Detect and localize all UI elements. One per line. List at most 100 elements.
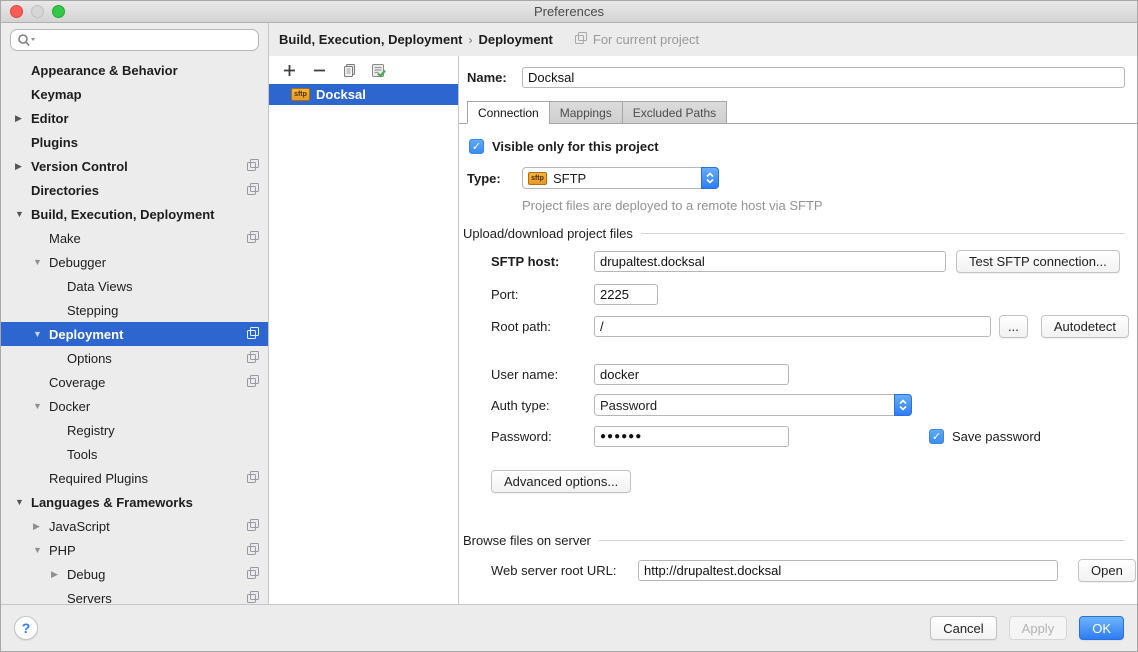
sidebar-item-debugger[interactable]: ▼Debugger bbox=[1, 250, 268, 274]
help-icon: ? bbox=[22, 620, 31, 636]
sidebar-item-docker[interactable]: ▼Docker bbox=[1, 394, 268, 418]
tab-mappings[interactable]: Mappings bbox=[549, 101, 622, 124]
type-hint: Project files are deployed to a remote h… bbox=[522, 198, 1137, 213]
upload-section-header: Upload/download project files bbox=[463, 226, 1125, 241]
minimize-window-button[interactable] bbox=[31, 5, 44, 18]
sidebar-item-label: Version Control bbox=[31, 159, 128, 174]
server-list-item-docksal[interactable]: sftp Docksal bbox=[269, 84, 458, 105]
remove-server-button[interactable] bbox=[310, 61, 328, 79]
expanded-arrow-icon[interactable]: ▼ bbox=[31, 401, 49, 411]
collapsed-arrow-icon[interactable]: ▶ bbox=[31, 521, 49, 532]
ok-button[interactable]: OK bbox=[1079, 616, 1124, 640]
tab-connection[interactable]: Connection bbox=[467, 101, 549, 124]
sidebar-item-servers[interactable]: Servers bbox=[1, 586, 268, 604]
zoom-window-button[interactable] bbox=[52, 5, 65, 18]
server-list-toolbar bbox=[269, 56, 458, 82]
sidebar-item-stepping[interactable]: Stepping bbox=[1, 298, 268, 322]
sidebar-item-build-execution-deployment[interactable]: ▼Build, Execution, Deployment bbox=[1, 202, 268, 226]
server-list-panel: sftp Docksal bbox=[269, 56, 459, 604]
project-scope-icon bbox=[247, 231, 260, 247]
sidebar-item-label: Registry bbox=[67, 423, 115, 438]
root-path-row: Root path: ... Autodetect bbox=[491, 315, 1137, 338]
expanded-arrow-icon[interactable]: ▼ bbox=[13, 209, 31, 219]
sidebar-item-label: Stepping bbox=[67, 303, 118, 318]
settings-sidebar: Appearance & BehaviorKeymap▶EditorPlugin… bbox=[1, 23, 269, 604]
sftp-host-input[interactable] bbox=[594, 251, 946, 272]
type-select[interactable]: sftp SFTP bbox=[522, 167, 719, 189]
breadcrumb-separator-icon: › bbox=[468, 33, 472, 47]
expanded-arrow-icon[interactable]: ▼ bbox=[13, 497, 31, 507]
help-button[interactable]: ? bbox=[14, 616, 38, 640]
browse-root-path-button[interactable]: ... bbox=[999, 315, 1028, 338]
sidebar-item-plugins[interactable]: Plugins bbox=[1, 130, 268, 154]
sidebar-item-label: Servers bbox=[67, 591, 112, 605]
save-password-checkbox[interactable]: ✓ bbox=[929, 429, 944, 444]
collapsed-arrow-icon[interactable]: ▶ bbox=[13, 113, 31, 124]
visible-only-checkbox[interactable]: ✓ bbox=[469, 139, 484, 154]
sidebar-item-data-views[interactable]: Data Views bbox=[1, 274, 268, 298]
auth-type-select[interactable]: Password bbox=[594, 394, 912, 416]
cancel-button[interactable]: Cancel bbox=[930, 616, 996, 640]
save-password-label: Save password bbox=[952, 429, 1041, 444]
open-url-button[interactable]: Open bbox=[1078, 559, 1136, 582]
sidebar-item-keymap[interactable]: Keymap bbox=[1, 82, 268, 106]
collapsed-arrow-icon[interactable]: ▶ bbox=[49, 569, 67, 580]
project-scope-icon bbox=[247, 471, 260, 487]
search-input[interactable] bbox=[10, 29, 259, 51]
root-path-input[interactable] bbox=[594, 316, 991, 337]
user-name-input[interactable] bbox=[594, 364, 789, 385]
password-input[interactable] bbox=[594, 426, 789, 447]
sidebar-item-languages-frameworks[interactable]: ▼Languages & Frameworks bbox=[1, 490, 268, 514]
autodetect-button[interactable]: Autodetect bbox=[1041, 315, 1129, 338]
apply-button[interactable]: Apply bbox=[1009, 616, 1068, 640]
project-scope-icon bbox=[247, 375, 260, 391]
project-scope-icon bbox=[247, 183, 260, 199]
sidebar-item-php[interactable]: ▼PHP bbox=[1, 538, 268, 562]
sidebar-item-required-plugins[interactable]: Required Plugins bbox=[1, 466, 268, 490]
server-name: Docksal bbox=[316, 87, 366, 102]
sidebar-item-tools[interactable]: Tools bbox=[1, 442, 268, 466]
expanded-arrow-icon[interactable]: ▼ bbox=[31, 329, 49, 339]
browse-section-header: Browse files on server bbox=[463, 533, 1125, 548]
project-scope-icon bbox=[247, 351, 260, 367]
sidebar-item-label: Editor bbox=[31, 111, 69, 126]
copy-server-button[interactable] bbox=[340, 61, 358, 79]
sftp-host-label: SFTP host: bbox=[491, 254, 594, 269]
root-path-label: Root path: bbox=[491, 319, 594, 334]
footer-bar: ? Cancel Apply OK bbox=[1, 604, 1137, 651]
project-scope-icon bbox=[247, 591, 260, 604]
sidebar-item-debug[interactable]: ▶Debug bbox=[1, 562, 268, 586]
tab-excluded-paths[interactable]: Excluded Paths bbox=[622, 101, 727, 124]
sidebar-item-appearance-behavior[interactable]: Appearance & Behavior bbox=[1, 58, 268, 82]
sidebar-item-version-control[interactable]: ▶Version Control bbox=[1, 154, 268, 178]
sidebar-item-deployment[interactable]: ▼Deployment bbox=[1, 322, 268, 346]
password-label: Password: bbox=[491, 429, 594, 444]
user-name-row: User name: bbox=[491, 364, 1137, 385]
name-input[interactable] bbox=[522, 67, 1125, 88]
expanded-arrow-icon[interactable]: ▼ bbox=[31, 545, 49, 555]
name-row: Name: bbox=[467, 67, 1125, 88]
add-server-button[interactable] bbox=[280, 61, 298, 79]
sidebar-item-directories[interactable]: Directories bbox=[1, 178, 268, 202]
sidebar-item-make[interactable]: Make bbox=[1, 226, 268, 250]
use-as-default-button[interactable] bbox=[370, 61, 388, 79]
sidebar-item-registry[interactable]: Registry bbox=[1, 418, 268, 442]
advanced-options-button[interactable]: Advanced options... bbox=[491, 470, 631, 493]
test-sftp-connection-button[interactable]: Test SFTP connection... bbox=[956, 250, 1120, 273]
sidebar-item-label: PHP bbox=[49, 543, 76, 558]
name-label: Name: bbox=[467, 70, 522, 85]
close-window-button[interactable] bbox=[10, 5, 23, 18]
web-root-input[interactable] bbox=[638, 560, 1058, 581]
auth-type-label: Auth type: bbox=[491, 398, 594, 413]
sidebar-item-options[interactable]: Options bbox=[1, 346, 268, 370]
expanded-arrow-icon[interactable]: ▼ bbox=[31, 257, 49, 267]
sidebar-item-coverage[interactable]: Coverage bbox=[1, 370, 268, 394]
port-input[interactable] bbox=[594, 284, 658, 305]
web-root-row: Web server root URL: Open bbox=[491, 559, 1137, 582]
collapsed-arrow-icon[interactable]: ▶ bbox=[13, 161, 31, 172]
breadcrumb-parent[interactable]: Build, Execution, Deployment bbox=[279, 32, 462, 47]
type-row: Type: sftp SFTP bbox=[467, 167, 1137, 189]
visible-only-label: Visible only for this project bbox=[492, 139, 659, 154]
sidebar-item-javascript[interactable]: ▶JavaScript bbox=[1, 514, 268, 538]
sidebar-item-editor[interactable]: ▶Editor bbox=[1, 106, 268, 130]
